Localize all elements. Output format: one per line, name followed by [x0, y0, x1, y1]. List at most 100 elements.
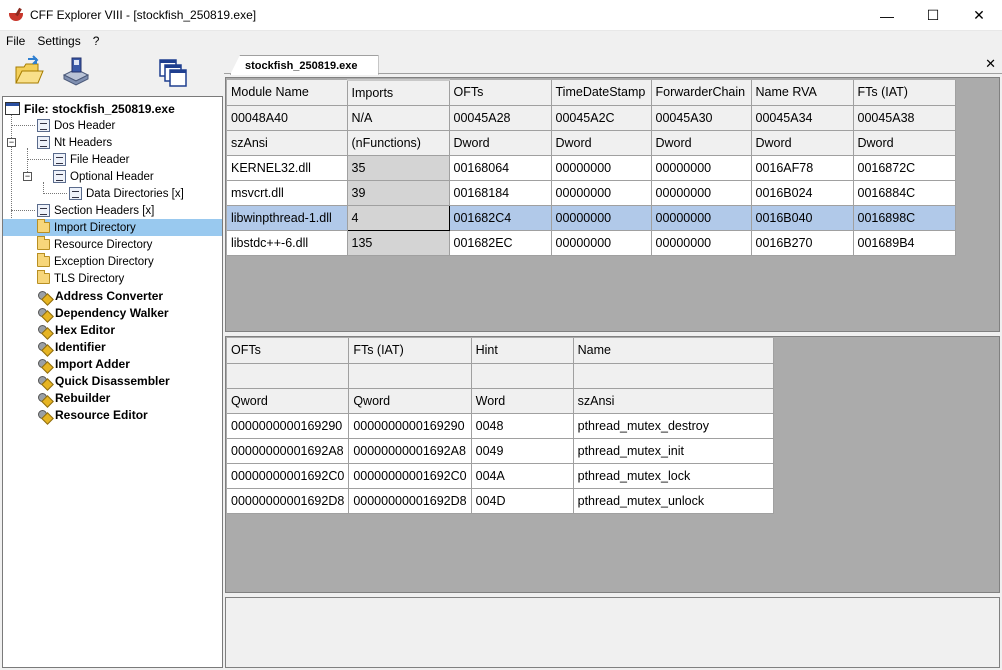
table-row[interactable]: libstdc++-6.dll 135 001682EC 00000000 00… — [227, 230, 956, 256]
column-header[interactable]: Name RVA — [751, 80, 854, 106]
save-file-icon[interactable] — [58, 55, 92, 89]
tool-hex-editor[interactable]: Hex Editor — [37, 321, 115, 338]
table-row-selected[interactable]: libwinpthread-1.dll 4 001682C4 00000000 … — [227, 204, 956, 231]
open-file-icon[interactable] — [12, 55, 46, 89]
table-cell[interactable]: 0016872C — [853, 155, 956, 181]
table-cell[interactable]: 001682EC — [449, 230, 552, 256]
table-cell[interactable]: libstdc++-6.dll — [227, 230, 348, 256]
table-row[interactable]: 00000000001692A8 00000000001692A8 0049 p… — [227, 438, 774, 464]
table-cell[interactable]: 0048 — [471, 413, 574, 439]
table-cell[interactable]: 00168064 — [449, 155, 552, 181]
windows-icon[interactable] — [156, 55, 190, 89]
close-tab-icon[interactable]: ✕ — [985, 56, 996, 72]
collapse-icon[interactable]: − — [23, 172, 32, 181]
tool-address-converter[interactable]: Address Converter — [37, 287, 163, 304]
column-header[interactable]: OFTs — [227, 338, 350, 364]
tool-quick-disassembler[interactable]: Quick Disassembler — [37, 372, 170, 389]
table-cell[interactable]: 0016898C — [853, 205, 956, 231]
tool-import-adder[interactable]: Import Adder — [37, 355, 130, 372]
column-header[interactable]: ForwarderChain — [651, 80, 752, 106]
menu-help[interactable]: ? — [87, 34, 106, 48]
table-cell[interactable]: 00000000 — [551, 205, 652, 231]
table-cell[interactable]: 135 — [347, 230, 450, 256]
minimize-button[interactable]: — — [864, 0, 910, 31]
tree-item-label: Optional Header — [70, 170, 154, 183]
column-header[interactable]: OFTs — [449, 80, 552, 106]
table-cell[interactable]: pthread_mutex_destroy — [573, 413, 774, 439]
tool-identifier[interactable]: Identifier — [37, 338, 106, 355]
table-cell[interactable]: 0016AF78 — [751, 155, 854, 181]
close-button[interactable]: ✕ — [956, 0, 1002, 31]
tree-item-import-directory[interactable]: Import Directory — [3, 219, 222, 236]
table-cell[interactable]: 00000000 — [551, 230, 652, 256]
collapse-icon[interactable]: − — [7, 138, 16, 147]
table-cell[interactable]: 00000000001692D8 — [348, 488, 472, 514]
column-header[interactable]: TimeDateStamp — [551, 80, 652, 106]
tool-rebuilder[interactable]: Rebuilder — [37, 389, 110, 406]
table-cell[interactable]: msvcrt.dll — [227, 180, 348, 206]
tree-item-tls-directory[interactable]: TLS Directory — [37, 270, 124, 287]
table-cell[interactable]: 0000000000169290 — [227, 413, 350, 439]
column-header[interactable]: Imports — [347, 79, 450, 106]
tool-label: Hex Editor — [55, 322, 116, 337]
table-cell[interactable]: 0016B024 — [751, 180, 854, 206]
tree-item-dos-header[interactable]: Dos Header — [37, 117, 115, 134]
table-row[interactable]: 00000000001692D8 00000000001692D8 004D p… — [227, 488, 774, 514]
table-cell[interactable]: pthread_mutex_unlock — [573, 488, 774, 514]
menu-file[interactable]: File — [0, 34, 31, 48]
table-row[interactable]: 00000000001692C0 00000000001692C0 004A p… — [227, 463, 774, 489]
table-cell[interactable]: 00000000001692A8 — [348, 438, 472, 464]
table-cell[interactable]: pthread_mutex_lock — [573, 463, 774, 489]
table-cell[interactable]: 39 — [347, 180, 450, 206]
table-cell[interactable]: 0000000000169290 — [348, 413, 472, 439]
table-cell[interactable]: 001689B4 — [853, 230, 956, 256]
table-cell[interactable]: KERNEL32.dll — [227, 155, 348, 181]
table-cell[interactable]: 0049 — [471, 438, 574, 464]
table-cell[interactable]: 0016884C — [853, 180, 956, 206]
table-cell[interactable]: 00000000001692A8 — [227, 438, 350, 464]
table-cell[interactable]: 00000000 — [651, 180, 752, 206]
table-cell: 00045A38 — [853, 105, 956, 131]
column-header[interactable]: Module Name — [227, 80, 348, 106]
table-cell[interactable]: 001682C4 — [449, 205, 552, 231]
table-row[interactable]: 0000000000169290 0000000000169290 0048 p… — [227, 413, 774, 439]
table-cell[interactable]: pthread_mutex_init — [573, 438, 774, 464]
column-header[interactable]: Hint — [471, 338, 574, 364]
tree-item-label: Section Headers [x] — [54, 204, 155, 217]
column-header[interactable]: FTs (IAT) — [853, 80, 956, 106]
tool-dependency-walker[interactable]: Dependency Walker — [37, 304, 169, 321]
tree-root[interactable]: File: stockfish_250819.exe — [5, 100, 175, 117]
tree-item-file-header[interactable]: File Header — [53, 151, 129, 168]
column-header[interactable]: Name — [573, 338, 774, 364]
table-cell-focused[interactable]: 4 — [346, 204, 450, 231]
tree-item-optional-header[interactable]: Optional Header — [53, 168, 154, 185]
table-cell[interactable]: 00000000001692C0 — [227, 463, 350, 489]
table-cell[interactable]: 004A — [471, 463, 574, 489]
table-cell[interactable]: 00000000001692D8 — [227, 488, 350, 514]
table-cell[interactable]: 00000000 — [651, 155, 752, 181]
table-cell[interactable]: 00000000 — [651, 230, 752, 256]
tree-item-exception-directory[interactable]: Exception Directory — [37, 253, 154, 270]
table-cell[interactable]: 35 — [347, 155, 450, 181]
table-cell[interactable]: 00168184 — [449, 180, 552, 206]
tree-item-resource-directory[interactable]: Resource Directory — [37, 236, 152, 253]
tool-resource-editor[interactable]: Resource Editor — [37, 406, 148, 423]
table-cell[interactable]: 0016B270 — [751, 230, 854, 256]
column-header[interactable]: FTs (IAT) — [348, 338, 472, 364]
table-cell[interactable]: 00000000 — [551, 155, 652, 181]
table-row[interactable]: KERNEL32.dll 35 00168064 00000000 000000… — [227, 155, 956, 181]
table-cell[interactable]: libwinpthread-1.dll — [227, 205, 348, 231]
maximize-button[interactable]: ☐ — [910, 0, 956, 31]
table-row[interactable]: msvcrt.dll 39 00168184 00000000 00000000… — [227, 180, 956, 206]
table-cell[interactable]: 0016B040 — [751, 205, 854, 231]
table-cell[interactable]: 00000000 — [551, 180, 652, 206]
menu-settings[interactable]: Settings — [31, 34, 86, 48]
table-cell[interactable]: 004D — [471, 488, 574, 514]
document-icon — [53, 153, 66, 166]
table-cell[interactable]: 00000000001692C0 — [348, 463, 472, 489]
tree-item-data-directories[interactable]: Data Directories [x] — [69, 185, 184, 202]
tree-item-nt-headers[interactable]: Nt Headers — [37, 134, 112, 151]
tree-item-section-headers[interactable]: Section Headers [x] — [37, 202, 154, 219]
tab-stockfish[interactable]: stockfish_250819.exe — [230, 55, 379, 75]
table-cell[interactable]: 00000000 — [651, 205, 752, 231]
